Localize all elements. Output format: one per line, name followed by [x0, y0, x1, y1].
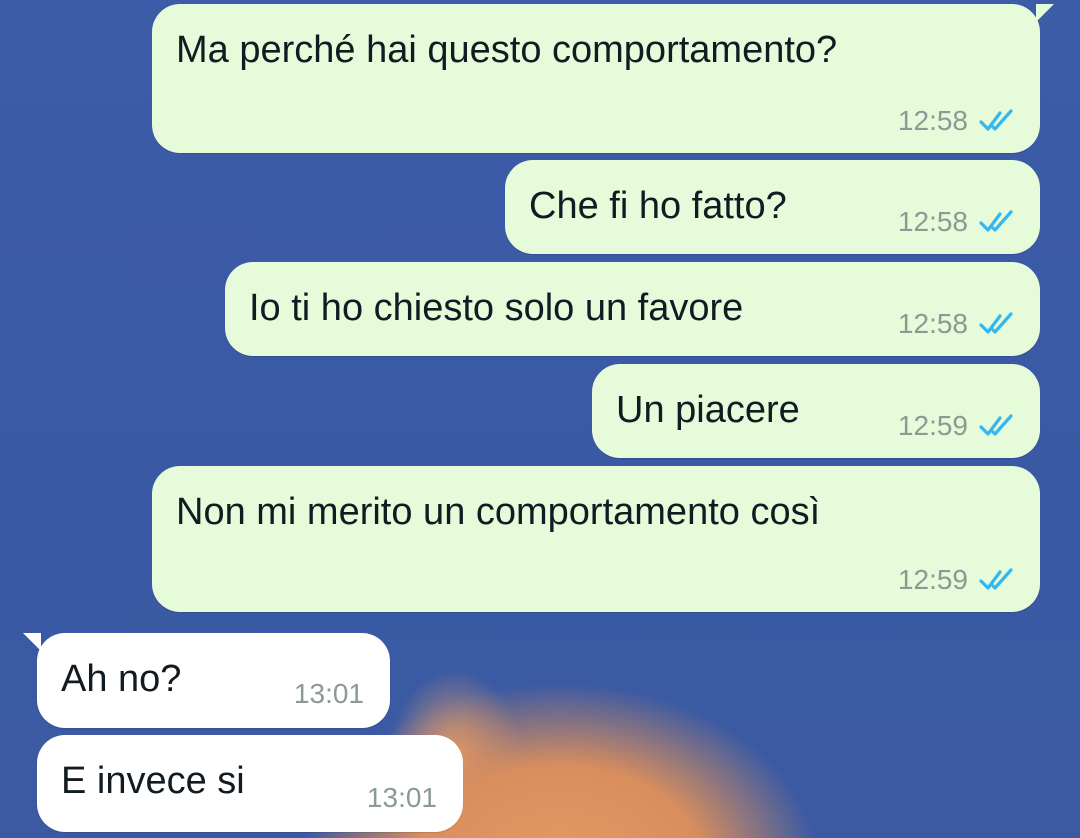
- message-time: 12:59: [897, 564, 968, 595]
- message-meta: 13:01: [294, 678, 364, 710]
- message-meta: 13:01: [367, 782, 437, 814]
- bubble-tail: [1036, 4, 1054, 22]
- message-meta: 12:58: [898, 308, 1018, 340]
- message-text: Io ti ho chiesto solo un favore: [249, 287, 744, 329]
- message-text: E invece si: [61, 760, 245, 802]
- double-check-icon: [979, 312, 1013, 334]
- message-bubble-outgoing[interactable]: Un piacere 12:59: [592, 364, 1040, 458]
- message-time: 13:01: [293, 678, 364, 709]
- message-text: Un piacere: [616, 389, 800, 431]
- message-bubble-outgoing[interactable]: Ma perché hai questo comportamento? 12:5…: [152, 4, 1054, 153]
- message-meta: 12:58: [898, 105, 1018, 137]
- message-time: 12:58: [897, 206, 968, 237]
- message-time: 12:58: [897, 308, 968, 339]
- message-bubble-incoming[interactable]: Ah no? 13:01: [23, 633, 390, 728]
- message-text: Non mi merito un comportamento così: [176, 491, 821, 533]
- double-check-icon: [979, 109, 1013, 131]
- message-bubble-outgoing[interactable]: Non mi merito un comportamento così 12:5…: [152, 466, 1040, 612]
- double-check-icon: [979, 568, 1013, 590]
- message-time: 13:01: [366, 782, 437, 813]
- message-meta: 12:59: [898, 564, 1018, 596]
- double-check-icon: [979, 210, 1013, 232]
- message-meta: 12:59: [898, 410, 1018, 442]
- message-bubble-outgoing[interactable]: Io ti ho chiesto solo un favore 12:58: [225, 262, 1040, 356]
- message-text: Ah no?: [61, 658, 182, 700]
- message-text: Che fi ho fatto?: [529, 185, 787, 227]
- double-check-icon: [979, 414, 1013, 436]
- message-time: 12:58: [897, 105, 968, 136]
- message-time: 12:59: [897, 410, 968, 441]
- message-text: Ma perché hai questo comportamento?: [176, 29, 838, 71]
- message-bubble-outgoing[interactable]: Che fi ho fatto? 12:58: [505, 160, 1040, 254]
- message-meta: 12:58: [898, 206, 1018, 238]
- bubble-tail: [23, 633, 41, 651]
- message-bubble-incoming[interactable]: E invece si 13:01: [37, 735, 463, 832]
